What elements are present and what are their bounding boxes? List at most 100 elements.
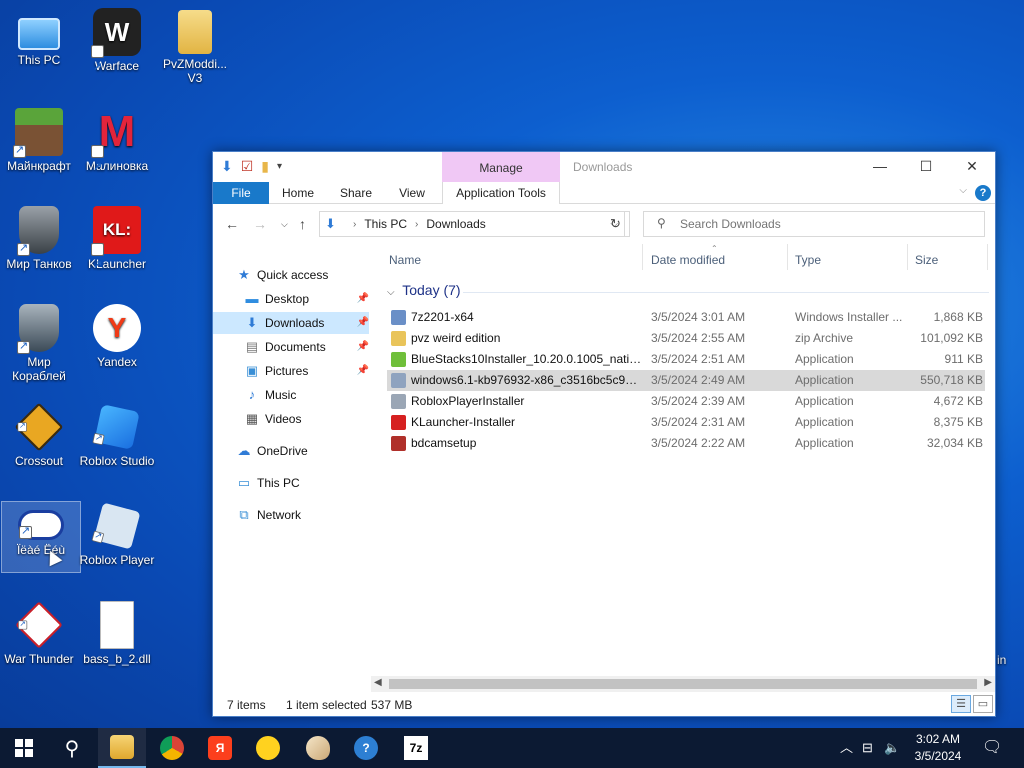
nav-music[interactable]: ♪ Music [243, 384, 297, 406]
file-type: Application [795, 415, 854, 429]
taskbar-paint[interactable] [294, 728, 342, 768]
taskbar-yandex-music[interactable] [244, 728, 292, 768]
close-button[interactable]: ✕ [949, 152, 995, 182]
column-separator[interactable] [987, 244, 988, 270]
breadcrumb-this-pc[interactable]: This PC [364, 217, 407, 231]
forward-button[interactable]: → [253, 216, 267, 232]
taskbar-file-explorer[interactable] [98, 728, 146, 768]
new-folder-icon[interactable]: ▮ [261, 158, 269, 175]
table-row[interactable]: RobloxPlayerInstaller 3/5/2024 2:39 AM A… [387, 391, 985, 412]
table-row[interactable]: KLauncher-Installer 3/5/2024 2:31 AM App… [387, 412, 985, 433]
column-header-type[interactable]: Type [795, 244, 821, 276]
nav-label: Documents [265, 340, 326, 354]
column-separator[interactable] [787, 244, 788, 270]
taskbar-help[interactable]: ? [342, 728, 390, 768]
taskbar-yandex-browser[interactable]: Я [196, 728, 244, 768]
group-header[interactable]: ⌵ Today (7) [387, 282, 461, 298]
download-arrow-icon[interactable]: ⬇ [221, 158, 233, 175]
desktop-icon-pvzmod[interactable]: PvZModdi... V3 [156, 10, 234, 85]
tab-file[interactable]: File [213, 182, 269, 204]
desktop-icon-yandex[interactable]: Y Yandex [78, 304, 156, 369]
back-button[interactable]: ← [225, 216, 239, 232]
file-list: Name ⌃ Date modified Type Size ⌵ Today (… [383, 244, 995, 684]
recent-locations-icon[interactable]: ⌵ [281, 219, 288, 230]
nav-pictures[interactable]: ▣ Pictures 📌 [243, 360, 369, 382]
nav-quick-access[interactable]: ★ Quick access [235, 264, 328, 286]
desktop-icon-roblox-player[interactable]: Roblox Player [78, 502, 156, 567]
nav-desktop[interactable]: ▬ Desktop 📌 [243, 288, 370, 310]
group-label: Today (7) [402, 282, 461, 298]
pin-icon[interactable]: 📌 [357, 312, 369, 334]
scroll-right-icon[interactable]: ▶ [984, 677, 992, 688]
desktop-icon-bass-dll[interactable]: bass_b_2.dll [78, 601, 156, 666]
desktop-icon-roblox-studio[interactable]: Roblox Studio [78, 403, 156, 468]
tab-home[interactable]: Home [275, 182, 321, 204]
klauncher-installer-icon [391, 415, 406, 430]
tab-share[interactable]: Share [333, 182, 379, 204]
nav-videos[interactable]: ▦ Videos [243, 408, 302, 430]
taskbar-7zip[interactable]: 7z [392, 728, 440, 768]
nav-documents[interactable]: ▤ Documents 📌 [243, 336, 369, 358]
notifications-icon[interactable]: 🗨 [982, 728, 1002, 768]
nav-label: OneDrive [257, 444, 308, 458]
refresh-button[interactable]: ↻ [602, 211, 630, 237]
properties-check-icon[interactable]: ☑ [241, 158, 254, 175]
desktop-icon-crossout[interactable]: Crossout [0, 402, 78, 468]
desktop-icon-war-thunder[interactable]: War Thunder [0, 601, 78, 666]
volume-muted-icon[interactable]: 🔈 [884, 728, 900, 768]
manage-tab[interactable]: Manage [442, 152, 560, 182]
desktop-icon-malinovka[interactable]: M Малиновка [78, 108, 156, 192]
column-header-name[interactable]: Name [389, 244, 421, 276]
desktop-icon-minecraft[interactable]: Майнкрафт [0, 108, 78, 173]
table-row-selected[interactable]: windows6.1-kb976932-x86_c3516bc5c9e6... … [387, 370, 985, 391]
desktop-icon-warface[interactable]: W Warface [78, 8, 156, 91]
nav-downloads[interactable]: ⬇ Downloads 📌 [213, 312, 369, 334]
paint-palette-icon [306, 736, 330, 760]
table-row[interactable]: bdcamsetup 3/5/2024 2:22 AM Application … [387, 433, 985, 454]
expand-ribbon-icon[interactable]: ⌵ [959, 185, 967, 196]
column-separator[interactable] [642, 244, 643, 270]
nav-network[interactable]: ⧉ Network [235, 504, 301, 526]
minimize-button[interactable]: — [857, 152, 903, 182]
search-button[interactable]: ⚲ [48, 728, 96, 768]
table-row[interactable]: pvz weird edition 3/5/2024 2:55 AM zip A… [387, 328, 985, 349]
address-bar[interactable]: ⬇ › This PC › Downloads ⌵ [319, 211, 625, 237]
pin-icon[interactable]: 📌 [357, 360, 369, 382]
column-header-size[interactable]: Size [915, 244, 938, 276]
tab-view[interactable]: View [389, 182, 435, 204]
breadcrumb-downloads[interactable]: Downloads [426, 217, 485, 231]
show-hidden-icons-icon[interactable]: ︿ [840, 728, 853, 768]
title-bar[interactable]: ⬇ ☑ ▮ ▾ Manage Downloads — ☐ ✕ [213, 152, 995, 182]
table-row[interactable]: BlueStacks10Installer_10.20.0.1005_nativ… [387, 349, 985, 370]
pin-icon[interactable]: 📌 [357, 336, 369, 358]
desktop-icon-mir-korabley[interactable]: Мир Кораблей [0, 304, 78, 383]
file-explorer-window[interactable]: ⬇ ☑ ▮ ▾ Manage Downloads — ☐ ✕ File Home… [212, 151, 996, 717]
horizontal-scrollbar[interactable]: ◀ ▶ [371, 676, 995, 692]
scrollbar-thumb[interactable] [389, 679, 977, 689]
column-separator[interactable] [907, 244, 908, 270]
table-row[interactable]: 7z2201-x64 3/5/2024 3:01 AM Windows Inst… [387, 307, 985, 328]
desktop-icon-label: War Thunder [4, 652, 74, 666]
customize-toolbar-icon[interactable]: ▾ [277, 161, 282, 172]
details-view-icon[interactable]: ☰ [951, 695, 971, 713]
nav-this-pc[interactable]: ▭ This PC [235, 472, 300, 494]
desktop-icon-mir-tankov[interactable]: Мир Танков [0, 206, 78, 271]
column-header-date[interactable]: Date modified [651, 244, 725, 276]
start-button[interactable] [0, 728, 48, 768]
taskbar-clock[interactable]: 3:02 AM 3/5/2024 [908, 731, 968, 765]
desktop-icon-klauncher[interactable]: KL: KLauncher [78, 206, 156, 289]
desktop-icon-this-pc[interactable]: This PC [0, 10, 78, 67]
desktop-icon-game[interactable]: Ïëàé Ëéù [1, 501, 81, 573]
music-icon: ♪ [248, 387, 256, 402]
large-icons-view-icon[interactable]: ▭ [973, 695, 993, 713]
nav-onedrive[interactable]: ☁ OneDrive [235, 440, 308, 462]
pin-icon[interactable]: 📌 [357, 288, 369, 310]
maximize-button[interactable]: ☐ [903, 152, 949, 182]
up-button[interactable]: ↑ [299, 216, 306, 232]
taskbar-chrome[interactable] [148, 728, 196, 768]
scroll-left-icon[interactable]: ◀ [374, 677, 382, 688]
search-input[interactable] [643, 211, 985, 237]
tab-application-tools[interactable]: Application Tools [442, 182, 560, 204]
network-tray-icon[interactable]: ⊟ [862, 728, 873, 768]
help-icon[interactable]: ? [975, 185, 991, 201]
